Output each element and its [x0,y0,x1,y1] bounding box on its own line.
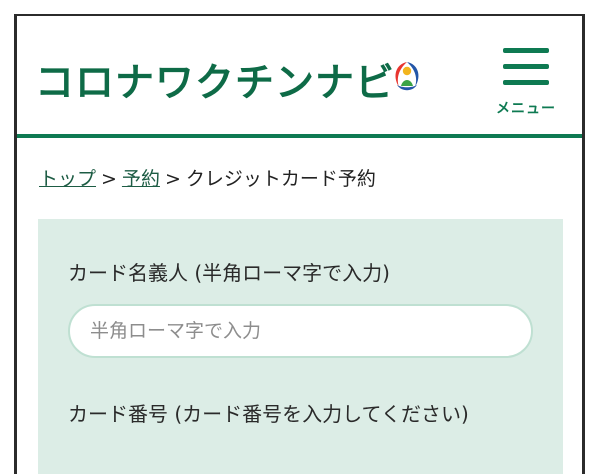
hamburger-line [503,80,549,85]
breadcrumb-link-top[interactable]: トップ [39,168,96,190]
hamburger-menu-icon [503,48,549,53]
breadcrumb-link-reservation[interactable]: 予約 [122,168,160,190]
card-name-label: カード名義人 (半角ローマ字で入力) [68,261,390,285]
breadcrumb-separator: > [164,168,181,190]
app-frame: コロナワクチンナビ メニュー トップ > 予約 > クレジットカード予約 カード名義人 … [14,14,585,474]
vaccine-navi-logo-icon [395,62,419,91]
breadcrumb: トップ > 予約 > クレジットカード予約 [39,164,376,191]
site-header: コロナワクチンナビ メニュー [17,16,582,138]
menu-label: メニュー [496,101,556,117]
breadcrumb-separator: > [101,168,117,190]
card-name-input[interactable] [68,304,533,358]
breadcrumb-current: クレジットカード予約 [185,168,376,190]
menu-button[interactable]: メニュー [493,46,561,117]
card-number-label: カード番号 (カード番号を入力してください) [68,402,469,426]
hamburger-line [503,64,549,69]
site-logo-text[interactable]: コロナワクチンナビ [35,52,395,108]
credit-card-form: カード名義人 (半角ローマ字で入力) カード番号 (カード番号を入力してください… [38,219,563,474]
